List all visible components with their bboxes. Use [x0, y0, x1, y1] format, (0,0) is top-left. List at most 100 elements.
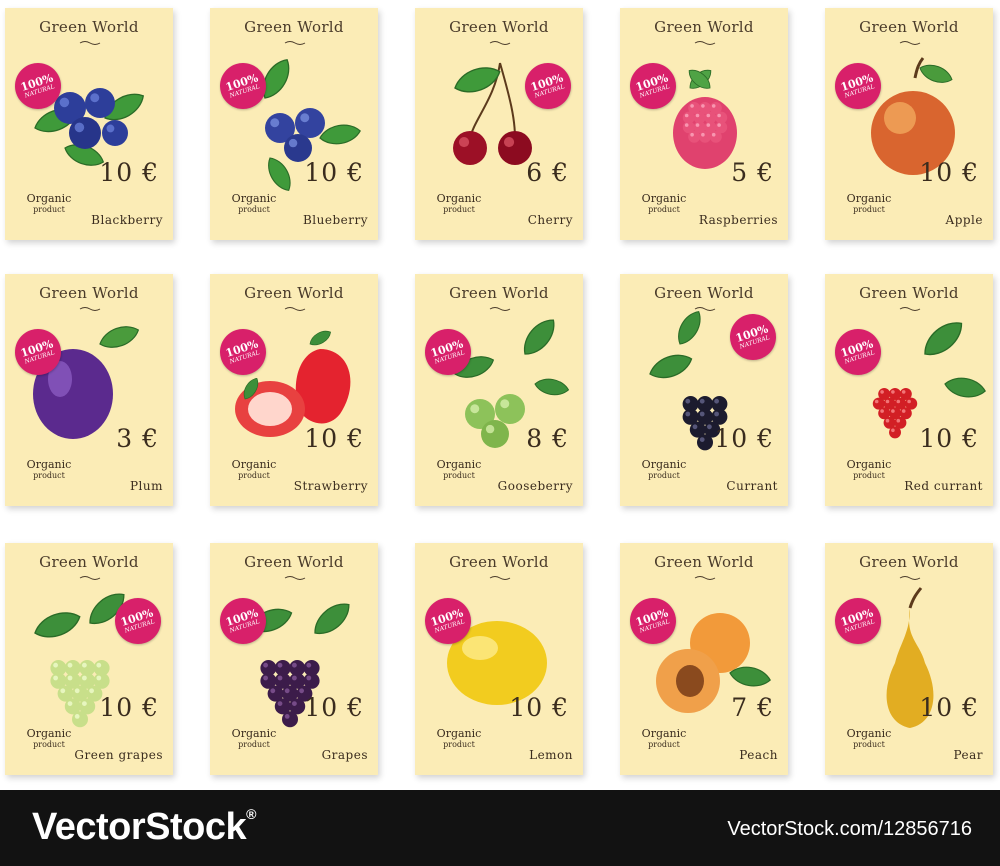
- price-tag-card: Green World 100% NATURAL 3 € Organic pro…: [5, 274, 173, 506]
- brand-title: Green World: [859, 553, 959, 571]
- fruit-name: Blueberry: [302, 213, 368, 227]
- price-label: 6 €: [526, 158, 569, 187]
- price-label: 5 €: [731, 158, 774, 187]
- organic-label: Organic product: [19, 193, 79, 215]
- organic-line2: product: [238, 205, 270, 214]
- footer-bar: VectorStock® VectorStock.com/12856716: [0, 790, 1000, 866]
- brand-title: Green World: [449, 18, 549, 36]
- organic-line2: product: [648, 205, 680, 214]
- fruit-name: Cherry: [527, 213, 573, 227]
- price-label: 10 €: [304, 424, 364, 453]
- flourish-icon: [79, 307, 101, 311]
- brand-title: Green World: [859, 18, 959, 36]
- price-label: 10 €: [919, 424, 979, 453]
- price-tag-card: Green World 100% NATURAL 10 € Organic pr…: [5, 543, 173, 775]
- organic-label: Organic product: [429, 193, 489, 215]
- organic-line1: Organic: [846, 727, 892, 740]
- organic-line2: product: [443, 205, 475, 214]
- organic-label: Organic product: [839, 193, 899, 215]
- organic-label: Organic product: [429, 459, 489, 481]
- flourish-icon: [899, 576, 921, 580]
- brand-title: Green World: [244, 284, 344, 302]
- fruit-name: Lemon: [529, 748, 573, 762]
- organic-label: Organic product: [634, 193, 694, 215]
- price-label: 10 €: [304, 693, 364, 722]
- brand-title: Green World: [39, 553, 139, 571]
- organic-line1: Organic: [26, 727, 72, 740]
- flourish-icon: [694, 307, 716, 311]
- organic-line1: Organic: [231, 458, 277, 471]
- flourish-icon: [79, 576, 101, 580]
- organic-label: Organic product: [224, 193, 284, 215]
- price-tag-card: Green World 100% NATURAL 10 € Organic pr…: [825, 8, 993, 240]
- organic-line1: Organic: [436, 458, 482, 471]
- brand-title: Green World: [39, 284, 139, 302]
- flourish-icon: [489, 307, 511, 311]
- fruit-name: Apple: [945, 213, 983, 227]
- price-tag-card: Green World 100% NATURAL 5 € Organic pro…: [620, 8, 788, 240]
- flourish-icon: [284, 307, 306, 311]
- fruit-name: Gooseberry: [497, 479, 573, 493]
- price-tag-card: Green World 100% NATURAL 7 € Organic pro…: [620, 543, 788, 775]
- brand-title: Green World: [244, 18, 344, 36]
- fruit-name: Blackberry: [91, 213, 163, 227]
- organic-label: Organic product: [634, 728, 694, 750]
- organic-line1: Organic: [641, 192, 687, 205]
- price-label: 8 €: [526, 424, 569, 453]
- price-tag-card: Green World 100% NATURAL 6 € Organic pro…: [415, 8, 583, 240]
- brand-title: Green World: [449, 284, 549, 302]
- footer-url: VectorStock.com/12856716: [727, 818, 972, 840]
- organic-line2: product: [33, 740, 65, 749]
- price-tag-card: Green World 100% NATURAL 10 € Organic pr…: [5, 8, 173, 240]
- organic-label: Organic product: [634, 459, 694, 481]
- brand-title: Green World: [244, 553, 344, 571]
- price-tag-card: Green World 100% NATURAL 10 € Organic pr…: [620, 274, 788, 506]
- fruit-name: Green grapes: [74, 748, 163, 762]
- fruit-name: Raspberries: [698, 213, 778, 227]
- brand-title: Green World: [39, 18, 139, 36]
- organic-label: Organic product: [839, 459, 899, 481]
- price-label: 7 €: [731, 693, 774, 722]
- organic-label: Organic product: [839, 728, 899, 750]
- organic-label: Organic product: [224, 728, 284, 750]
- organic-line2: product: [853, 471, 885, 480]
- fruit-name: Red currant: [904, 479, 983, 493]
- organic-line2: product: [33, 471, 65, 480]
- fruit-name: Grapes: [321, 748, 368, 762]
- flourish-icon: [284, 41, 306, 45]
- organic-line2: product: [648, 740, 680, 749]
- flourish-icon: [284, 576, 306, 580]
- registered-mark: ®: [246, 806, 256, 822]
- price-label: 10 €: [99, 693, 159, 722]
- organic-line1: Organic: [846, 192, 892, 205]
- organic-line2: product: [443, 471, 475, 480]
- organic-label: Organic product: [19, 728, 79, 750]
- organic-line1: Organic: [231, 192, 277, 205]
- organic-line2: product: [853, 205, 885, 214]
- organic-line2: product: [238, 740, 270, 749]
- brand-title: Green World: [654, 553, 754, 571]
- price-label: 10 €: [919, 158, 979, 187]
- price-tag-card: Green World 100% NATURAL 10 € Organic pr…: [210, 8, 378, 240]
- organic-line1: Organic: [231, 727, 277, 740]
- brand-title: Green World: [654, 18, 754, 36]
- organic-line1: Organic: [846, 458, 892, 471]
- flourish-icon: [899, 41, 921, 45]
- fruit-name: Currant: [726, 479, 778, 493]
- fruit-name: Strawberry: [293, 479, 368, 493]
- organic-label: Organic product: [224, 459, 284, 481]
- brand-title: Green World: [859, 284, 959, 302]
- organic-line2: product: [238, 471, 270, 480]
- fruit-name: Plum: [129, 479, 163, 493]
- price-tag-card: Green World 100% NATURAL 10 € Organic pr…: [825, 543, 993, 775]
- organic-line2: product: [853, 740, 885, 749]
- price-label: 10 €: [714, 424, 774, 453]
- footer-brand: VectorStock®: [32, 806, 256, 848]
- price-tag-grid: Green World 100% NATURAL 10 € Organic pr…: [0, 0, 1000, 790]
- price-tag-card: Green World 100% NATURAL 10 € Organic pr…: [210, 274, 378, 506]
- organic-line1: Organic: [641, 458, 687, 471]
- price-tag-card: Green World 100% NATURAL 8 € Organic pro…: [415, 274, 583, 506]
- organic-line1: Organic: [641, 727, 687, 740]
- price-label: 10 €: [509, 693, 569, 722]
- fruit-name: Peach: [739, 748, 778, 762]
